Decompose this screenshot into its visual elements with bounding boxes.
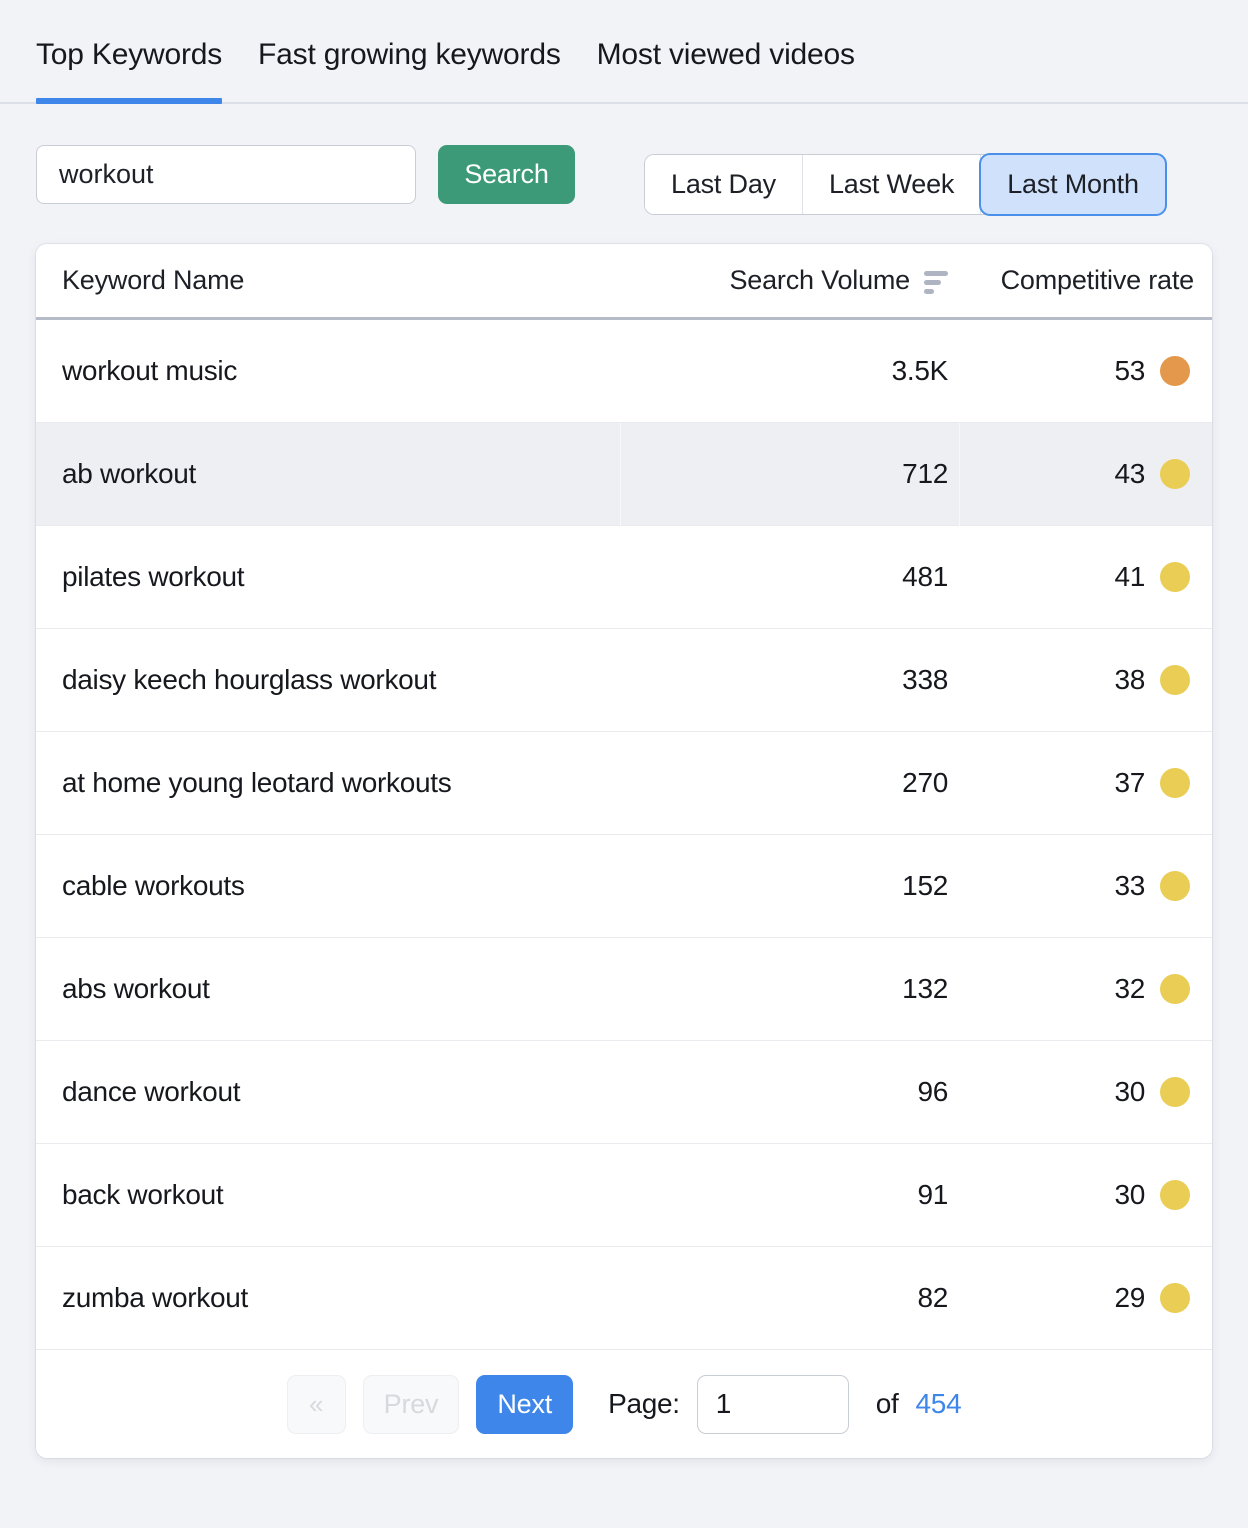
cell-competitive-rate: 30 xyxy=(960,1041,1212,1144)
cell-competitive-rate: 30 xyxy=(960,1144,1212,1247)
cell-competitive-rate: 32 xyxy=(960,938,1212,1041)
cell-search-volume: 338 xyxy=(620,629,960,732)
competitive-rate-dot-icon xyxy=(1160,974,1190,1004)
sort-descending-icon[interactable] xyxy=(924,268,948,294)
cell-search-volume: 3.5K xyxy=(620,320,960,423)
table-row[interactable]: ab workout712 43 xyxy=(36,423,1212,526)
competitive-rate-value: 32 xyxy=(1114,973,1145,1005)
cell-competitive-rate: 29 xyxy=(960,1247,1212,1350)
prev-page-button[interactable]: Prev xyxy=(363,1375,460,1434)
cell-keyword-name: cable workouts xyxy=(36,835,620,938)
cell-competitive-rate: 38 xyxy=(960,629,1212,732)
competitive-rate-dot-icon xyxy=(1160,1077,1190,1107)
keywords-table-card: Keyword Name Search Volume Competitive r… xyxy=(36,244,1212,1458)
competitive-rate-dot-icon xyxy=(1160,665,1190,695)
table-row[interactable]: back workout91 30 xyxy=(36,1144,1212,1247)
competitive-rate-dot-icon xyxy=(1160,871,1190,901)
competitive-rate-value: 38 xyxy=(1114,664,1145,696)
column-header-keyword-name[interactable]: Keyword Name xyxy=(36,265,620,296)
page-label: Page: xyxy=(608,1388,680,1420)
competitive-rate-dot-icon xyxy=(1160,1180,1190,1210)
cell-keyword-name: zumba workout xyxy=(36,1247,620,1350)
range-option-last-month[interactable]: Last Month xyxy=(981,155,1165,214)
table-row[interactable]: daisy keech hourglass workout338 38 xyxy=(36,629,1212,732)
cell-search-volume: 152 xyxy=(620,835,960,938)
cell-keyword-name: daisy keech hourglass workout xyxy=(36,629,620,732)
cell-keyword-name: at home young leotard workouts xyxy=(36,732,620,835)
cell-search-volume: 270 xyxy=(620,732,960,835)
cell-search-volume: 82 xyxy=(620,1247,960,1350)
double-chevron-left-icon: « xyxy=(309,1391,323,1417)
competitive-rate-value: 30 xyxy=(1114,1076,1145,1108)
competitive-rate-value: 53 xyxy=(1114,355,1145,387)
search-input[interactable] xyxy=(36,145,416,204)
competitive-rate-dot-icon xyxy=(1160,459,1190,489)
table-row[interactable]: cable workouts152 33 xyxy=(36,835,1212,938)
cell-competitive-rate: 53 xyxy=(960,320,1212,423)
time-range-segmented-control: Last Day Last Week Last Month xyxy=(645,155,1165,214)
competitive-rate-value: 43 xyxy=(1114,458,1145,490)
competitive-rate-value: 30 xyxy=(1114,1179,1145,1211)
table-row[interactable]: workout music3.5K 53 xyxy=(36,320,1212,423)
tab-label: Top Keywords xyxy=(36,38,222,72)
competitive-rate-dot-icon xyxy=(1160,768,1190,798)
cell-search-volume: 96 xyxy=(620,1041,960,1144)
cell-keyword-name: dance workout xyxy=(36,1041,620,1144)
table-row[interactable]: abs workout132 32 xyxy=(36,938,1212,1041)
total-pages-link[interactable]: 454 xyxy=(916,1388,962,1420)
cell-competitive-rate: 33 xyxy=(960,835,1212,938)
column-header-label: Competitive rate xyxy=(1001,265,1194,296)
of-label: of xyxy=(876,1388,899,1420)
tab-label: Most viewed videos xyxy=(597,38,855,72)
next-page-button[interactable]: Next xyxy=(476,1375,573,1434)
competitive-rate-dot-icon xyxy=(1160,562,1190,592)
cell-keyword-name: ab workout xyxy=(36,423,620,526)
competitive-rate-value: 41 xyxy=(1114,561,1145,593)
column-header-search-volume[interactable]: Search Volume xyxy=(620,265,960,296)
table-row[interactable]: dance workout96 30 xyxy=(36,1041,1212,1144)
tab-fast-growing-keywords[interactable]: Fast growing keywords xyxy=(258,0,561,102)
column-header-label: Search Volume xyxy=(729,265,910,296)
table-row[interactable]: zumba workout82 29 xyxy=(36,1247,1212,1350)
cell-search-volume: 481 xyxy=(620,526,960,629)
pagination-bar: « Prev Next Page: of 454 xyxy=(36,1350,1212,1458)
competitive-rate-value: 37 xyxy=(1114,767,1145,799)
table-row[interactable]: at home young leotard workouts270 37 xyxy=(36,732,1212,835)
tab-top-keywords[interactable]: Top Keywords xyxy=(36,0,222,102)
table-row[interactable]: pilates workout481 41 xyxy=(36,526,1212,629)
competitive-rate-value: 29 xyxy=(1114,1282,1145,1314)
competitive-rate-dot-icon xyxy=(1160,356,1190,386)
cell-keyword-name: pilates workout xyxy=(36,526,620,629)
range-option-last-day[interactable]: Last Day xyxy=(645,155,803,214)
tab-bar: Top Keywords Fast growing keywords Most … xyxy=(0,0,1248,104)
cell-search-volume: 132 xyxy=(620,938,960,1041)
competitive-rate-value: 33 xyxy=(1114,870,1145,902)
cell-keyword-name: abs workout xyxy=(36,938,620,1041)
keyword-research-page: Top Keywords Fast growing keywords Most … xyxy=(0,0,1248,1528)
table-header-row: Keyword Name Search Volume Competitive r… xyxy=(36,244,1212,320)
range-option-last-week[interactable]: Last Week xyxy=(803,155,981,214)
page-number-input[interactable] xyxy=(697,1375,849,1434)
cell-keyword-name: back workout xyxy=(36,1144,620,1247)
competitive-rate-dot-icon xyxy=(1160,1283,1190,1313)
tab-label: Fast growing keywords xyxy=(258,38,561,72)
cell-keyword-name: workout music xyxy=(36,320,620,423)
cell-competitive-rate: 43 xyxy=(960,423,1212,526)
first-page-button[interactable]: « xyxy=(287,1375,346,1434)
tab-most-viewed-videos[interactable]: Most viewed videos xyxy=(597,0,855,102)
cell-competitive-rate: 37 xyxy=(960,732,1212,835)
search-button[interactable]: Search xyxy=(438,145,575,204)
column-header-label: Keyword Name xyxy=(62,265,244,296)
cell-search-volume: 91 xyxy=(620,1144,960,1247)
table-body: workout music3.5K 53 ab workout712 43 pilate… xyxy=(36,320,1212,1350)
cell-search-volume: 712 xyxy=(620,423,960,526)
column-header-competitive-rate[interactable]: Competitive rate xyxy=(960,265,1212,296)
cell-competitive-rate: 41 xyxy=(960,526,1212,629)
